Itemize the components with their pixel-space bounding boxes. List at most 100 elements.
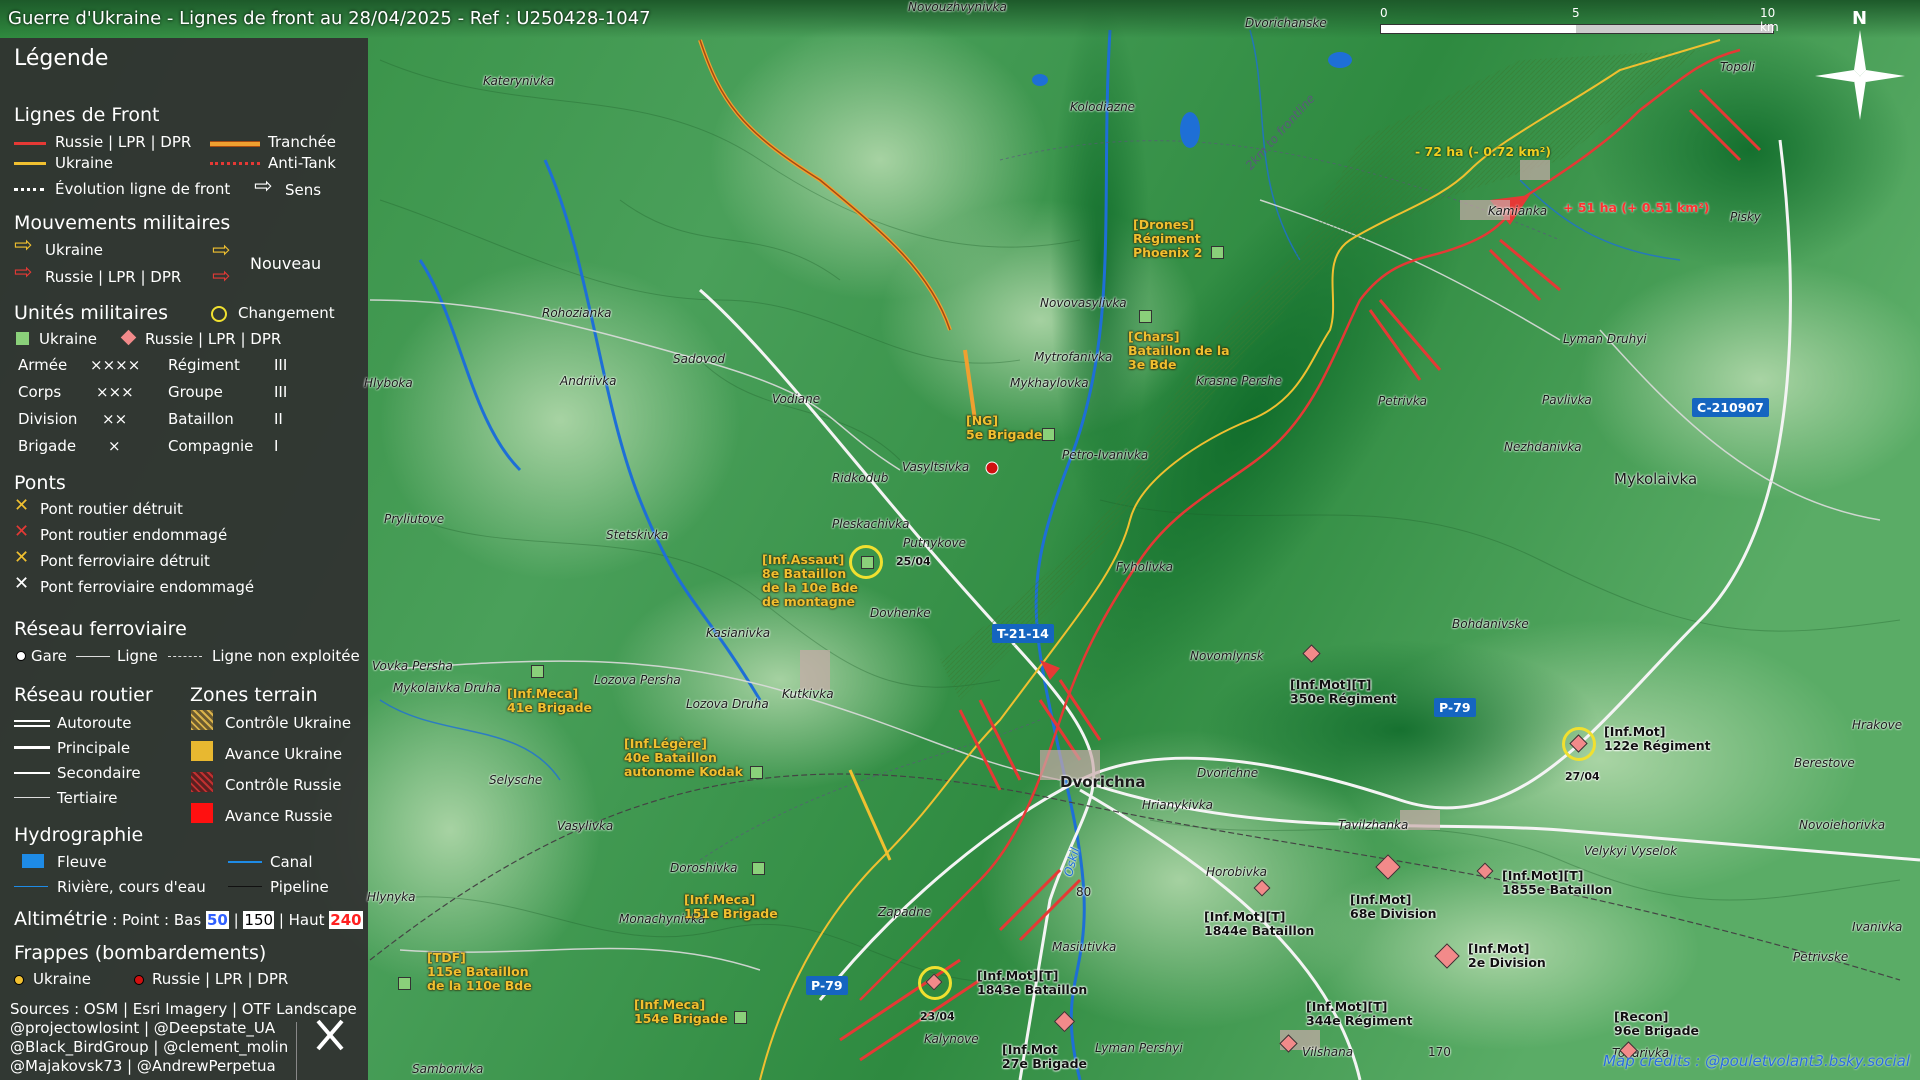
unit-ua-tanks[interactable]: [Chars] Bataillon de la 3e Bde — [1128, 330, 1230, 372]
place-label: Dvorichna — [1060, 773, 1146, 791]
unit-ru-27[interactable]: [Inf.Mot 27e Brigade — [1002, 1043, 1087, 1071]
place-label: Nezhdanivka — [1504, 440, 1582, 454]
unit-ua-151[interactable]: [Inf.Meca] 151e Brigade — [684, 893, 778, 921]
ua-unit-marker-8 — [398, 977, 411, 990]
place-label: Hlyboka — [364, 376, 413, 390]
unit-row-group-sym: III — [274, 383, 288, 401]
place-label: Hrakove — [1852, 718, 1903, 732]
strikes-russia: Russie | LPR | DPR — [152, 970, 289, 988]
river-swatch — [14, 886, 48, 887]
hydro-river: Rivière, cours d'eau — [57, 878, 206, 896]
scale-label-10: 10 km — [1760, 6, 1779, 34]
place-label: Rohozianka — [542, 306, 612, 320]
front-title: Lignes de Front — [14, 104, 160, 126]
bridge-item-4: Pont ferroviaire endommagé — [40, 578, 255, 596]
place-label: Fyholivka — [1116, 560, 1174, 574]
zone-russia-advance: Avance Russie — [225, 807, 333, 825]
legend-heading: Légende — [14, 46, 109, 71]
front-russia: Russie | LPR | DPR — [55, 133, 192, 151]
place-label: Tavilzhanka — [1338, 818, 1409, 832]
canal-swatch — [228, 861, 262, 863]
alti-title: Altimétrie — [14, 908, 108, 930]
place-label: Lyman Druhyi — [1563, 332, 1647, 346]
unit-ua-drones[interactable]: [Drones] Régiment Phoenix 2 — [1133, 218, 1202, 260]
trench-swatch — [210, 141, 260, 147]
unit-ru-1844[interactable]: [Inf.Mot][T] 1844e Bataillon — [1204, 910, 1314, 938]
elevation-point-1: 80 — [1076, 885, 1092, 899]
place-label: Lyman Pershyi — [1095, 1041, 1183, 1055]
date-label-1: 25/04 — [896, 555, 931, 568]
unit-ua-115[interactable]: [TDF] 115e Bataillon de la 110e Bde — [427, 951, 532, 993]
scale-label-0: 0 — [1380, 6, 1388, 20]
place-label: Novovasylivka — [1040, 296, 1127, 310]
units-title: Unités militaires — [14, 302, 169, 324]
unit-row-brigade: Brigade — [18, 437, 77, 455]
road-badge-p79-south: P-79 — [806, 976, 848, 995]
unit-row-battalion: Bataillon — [168, 410, 234, 428]
unit-ua-41[interactable]: [Inf.Meca] 41e Brigade — [507, 687, 592, 715]
place-label: Pavlivka — [1542, 393, 1592, 407]
place-label: Topoli — [1720, 60, 1755, 74]
moves-title: Mouvements militaires — [14, 212, 231, 234]
place-label: Dvorichne — [1197, 766, 1259, 780]
unit-ru-2[interactable]: [Inf.Mot] 2e Division — [1468, 942, 1546, 970]
bridge-item-1: Pont routier détruit — [40, 500, 183, 518]
unit-row-corps: Corps — [18, 383, 62, 401]
road-secondary-swatch — [14, 772, 50, 774]
place-label: Kalynove — [924, 1032, 979, 1046]
moves-new: Nouveau — [250, 254, 322, 273]
arrow-right-icon: ⇨ — [254, 174, 273, 199]
unit-ru-122[interactable]: [Inf.Mot] 122e Régiment — [1604, 725, 1711, 753]
legend-divider — [296, 1022, 297, 1080]
place-label: Putnykove — [903, 536, 967, 550]
north-label: N — [1852, 8, 1868, 29]
unit-ua-154[interactable]: [Inf.Meca] 154e Brigade — [634, 998, 728, 1026]
unit-ru-68[interactable]: [Inf.Mot] 68e Division — [1350, 893, 1437, 921]
strikes-title: Frappes (bombardements) — [14, 942, 267, 964]
bridge-cross-icon-1: ✕ — [14, 495, 30, 516]
unit-ua-ng[interactable]: [NG] 5e Brigade — [966, 414, 1042, 442]
map-credit[interactable]: Map credits : @pouletvolant3.bsky.social — [1603, 1052, 1910, 1070]
unit-ru-96[interactable]: [Recon] 96e Brigade — [1614, 1010, 1699, 1038]
ua-unit-marker-6 — [750, 766, 763, 779]
place-label: Berestove — [1794, 756, 1855, 770]
unit-ua-assault[interactable]: [Inf.Assaut] 8e Bataillon de la 10e Bde … — [762, 553, 858, 609]
unit-ru-350[interactable]: [Inf.Mot][T] 350e Régiment — [1290, 678, 1397, 706]
rail-line-swatch — [76, 656, 110, 657]
rail-station: Gare — [31, 647, 67, 665]
front-ukraine: Ukraine — [55, 154, 113, 172]
source-line-3: @Black_BirdGroup | @clement_molin — [10, 1038, 289, 1056]
rail-unused: Ligne non exploitée — [212, 647, 360, 665]
road-highway: Autoroute — [57, 714, 132, 732]
source-line-2: @projectowlosint | @Deepstate_UA — [10, 1019, 276, 1037]
place-label: Novoiehorivka — [1799, 818, 1886, 832]
source-line-4: @Majakovsk73 | @AndrewPerpetua — [10, 1057, 276, 1075]
place-label: Dovhenke — [870, 606, 931, 620]
road-highway-swatch — [14, 720, 50, 727]
strikes-ukraine: Ukraine — [33, 970, 91, 988]
hydro-title: Hydrographie — [14, 824, 144, 846]
unit-ua-40[interactable]: [Inf.Légère] 40e Bataillon autonome Koda… — [624, 737, 743, 779]
unit-ru-1843[interactable]: [Inf.Mot][T] 1843e Bataillon — [977, 969, 1087, 997]
unit-ru-344[interactable]: [Inf.Mot][T] 344e Régiment — [1306, 1000, 1413, 1028]
pipeline-swatch — [228, 886, 262, 887]
unit-row-army-sym: ×××× — [90, 356, 141, 374]
unit-row-corps-sym: ××× — [96, 383, 134, 401]
moves-russia: Russie | LPR | DPR — [45, 268, 182, 286]
date-label-3: 23/04 — [920, 1010, 955, 1023]
units-ukraine: Ukraine — [39, 330, 97, 348]
front-antitank: Anti-Tank — [268, 154, 336, 172]
antitank-swatch — [210, 162, 260, 165]
zone-ukraine-control-swatch — [191, 710, 213, 730]
road-main: Principale — [57, 739, 131, 757]
unit-ru-1855[interactable]: [Inf.Mot][T] 1855e Bataillon — [1502, 869, 1612, 897]
place-label: Selysche — [489, 773, 543, 787]
place-label: Dvorichanske — [1245, 16, 1327, 30]
x-social-icon[interactable] — [310, 1015, 370, 1075]
alti-mid: 150 — [243, 911, 275, 929]
place-label: Krasne Pershe — [1196, 374, 1283, 388]
scale-bar: 0 5 10 km — [1380, 6, 1779, 34]
elevation-point-2: 170 — [1428, 1045, 1451, 1059]
moves-ukraine: Ukraine — [45, 241, 103, 259]
date-label-2: 27/04 — [1565, 770, 1600, 783]
